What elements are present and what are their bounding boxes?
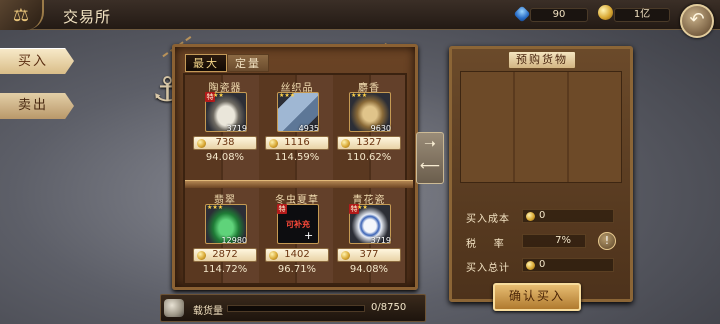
- goods-item-musk[interactable]: 麝香 ★★★ 9630 1327 110.62%: [335, 79, 403, 177]
- tab-quantity[interactable]: 定量: [227, 54, 269, 72]
- buy-cost-label: 买入成本: [466, 214, 510, 225]
- goods-price: 1327: [356, 137, 382, 148]
- buy-tab-button[interactable]: 买入: [0, 48, 74, 74]
- total-label: 买入总计: [466, 263, 510, 274]
- scale-icon: ⚖: [0, 0, 44, 30]
- coin-icon: [341, 251, 350, 260]
- rarity-stars: ★★★: [351, 92, 368, 99]
- goods-stock: 4935: [298, 124, 319, 133]
- price-ratio: 110.62%: [346, 152, 392, 163]
- tax-value: 7%: [555, 235, 571, 246]
- price-ratio: 114.59%: [274, 152, 320, 163]
- rarity-stars: ★★★: [279, 92, 296, 99]
- price-tag: 2872: [193, 248, 257, 262]
- goods-item-blue-white-porcelain[interactable]: 青花瓷 特 ★★ 3719 377 94.08%: [335, 191, 403, 289]
- goods-price: 738: [215, 137, 235, 148]
- page-title: 交易所: [63, 8, 112, 26]
- buy-cost-value-box: 0: [522, 209, 614, 223]
- pre-purchase-panel: 预购货物 买入成本 0 税 率 7% ! 买入总计 0: [449, 46, 633, 302]
- total-value: 0: [539, 259, 546, 270]
- coin-icon: [526, 261, 535, 270]
- cargo-capacity-bar: 载货量 0/8750: [160, 294, 426, 322]
- arrow-left-icon: ⟵: [419, 158, 441, 174]
- price-ratio: 96.71%: [277, 264, 317, 275]
- panel-title: 预购货物: [508, 51, 576, 69]
- transfer-arrows-button[interactable]: ➝ ⟵: [416, 132, 444, 184]
- goods-stock: 12980: [221, 236, 247, 245]
- total-value-box: 0: [522, 258, 614, 272]
- tax-value-box: 7%: [522, 234, 586, 248]
- coin-icon: [526, 212, 535, 221]
- coin-icon: [197, 139, 206, 148]
- coin-icon: [269, 139, 278, 148]
- price-ratio: 94.08%: [349, 264, 389, 275]
- coin-icon: [269, 251, 278, 260]
- arrow-right-icon: ➝: [424, 136, 436, 152]
- rarity-stars: ★★: [213, 92, 224, 99]
- goods-stock: 3719: [370, 236, 391, 245]
- price-ratio: 94.08%: [205, 152, 245, 163]
- price-ratio: 114.72%: [202, 264, 248, 275]
- coin-icon: [341, 139, 350, 148]
- goods-item-silk[interactable]: 丝织品 ★★★ 4935 1116 114.59%: [263, 79, 331, 177]
- shelf-divider: [185, 180, 413, 188]
- goods-item-ceramics[interactable]: 陶瓷器 特 ★★ 3719 738 94.08%: [191, 79, 259, 177]
- price-tag: 1116: [265, 136, 329, 150]
- goods-item-jade[interactable]: 翡翠 ★★★ 12980 2872 114.72%: [191, 191, 259, 289]
- rarity-stars: ★★★: [207, 204, 224, 211]
- price-tag: 377: [337, 248, 401, 262]
- goods-stock: 9630: [370, 124, 391, 133]
- buy-cost-value: 0: [539, 210, 546, 221]
- cargo-icon: [164, 299, 184, 317]
- coin-icon: [197, 251, 206, 260]
- tab-max[interactable]: 最大: [185, 54, 227, 72]
- goods-price: 1116: [284, 137, 310, 148]
- goods-item-cordyceps[interactable]: 冬虫夏草 可补充 + 特 1402 96.71%: [263, 191, 331, 289]
- top-bar: ⚖ 交易所 90 1亿: [0, 0, 720, 30]
- shelf-interior: 陶瓷器 特 ★★ 3719 738 94.08% 丝织品 ★★★ 4935 11…: [183, 73, 413, 285]
- tax-info-icon[interactable]: !: [598, 232, 616, 250]
- coin-balance: 1亿: [614, 8, 670, 22]
- goods-price: 377: [359, 249, 379, 260]
- gem-balance: 90: [530, 8, 588, 22]
- price-tag: 1402: [265, 248, 329, 262]
- gem-icon: [513, 5, 531, 23]
- add-icon[interactable]: +: [304, 229, 313, 242]
- tax-label: 税 率: [466, 239, 505, 250]
- rarity-stars: ★★: [357, 204, 368, 211]
- capacity-value: 0/8750: [371, 302, 407, 313]
- goods-shelf: 最大 定量 陶瓷器 特 ★★ 3719 738 94.08% 丝织品 ★★★ 4…: [172, 44, 418, 290]
- pre-purchase-slots: [460, 71, 622, 183]
- goods-price: 2872: [212, 249, 238, 260]
- special-badge-icon: 特: [277, 204, 287, 214]
- price-tag: 1327: [337, 136, 401, 150]
- back-button[interactable]: ↶: [680, 4, 714, 38]
- goods-stock: 3719: [226, 124, 247, 133]
- price-tag: 738: [193, 136, 257, 150]
- confirm-buy-button[interactable]: 确认买入: [493, 283, 581, 311]
- sell-tab-button[interactable]: 卖出: [0, 93, 74, 119]
- capacity-track: [227, 305, 365, 312]
- capacity-label: 载货量: [193, 306, 223, 317]
- goods-price: 1402: [284, 249, 310, 260]
- coin-icon: [598, 5, 613, 20]
